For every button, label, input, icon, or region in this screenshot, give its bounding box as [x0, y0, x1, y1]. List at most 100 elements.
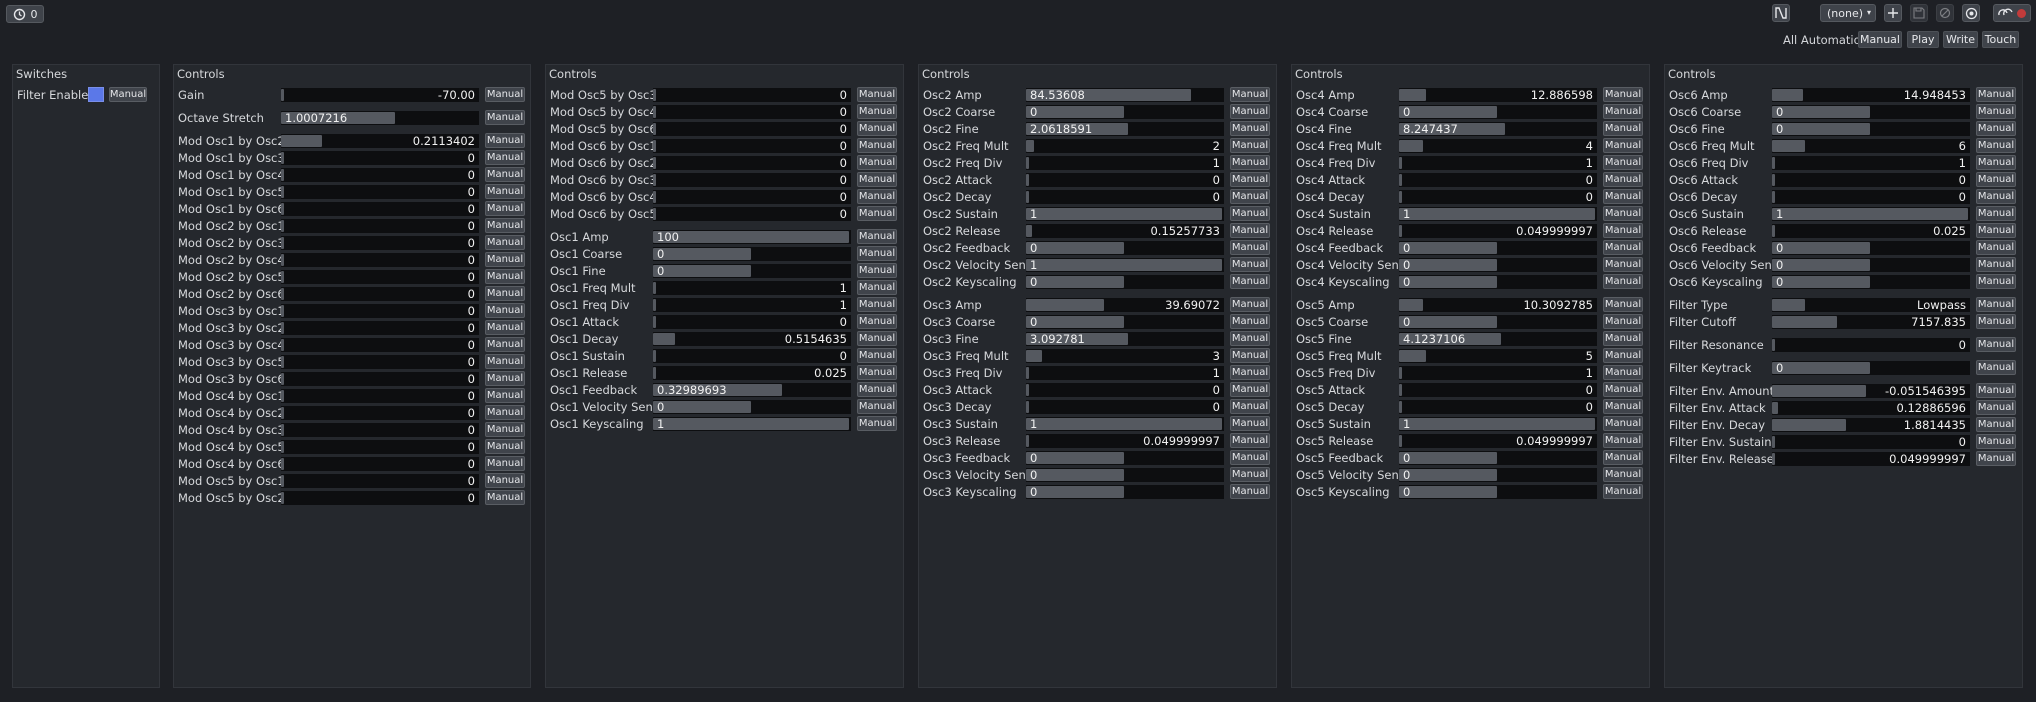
manual-button[interactable]: Manual [857, 229, 897, 244]
param-slider[interactable]: 1 [1026, 207, 1224, 221]
param-slider[interactable]: 0 [1399, 275, 1597, 289]
param-slider[interactable]: 0 [1399, 241, 1597, 255]
manual-button[interactable]: Manual [485, 150, 525, 165]
manual-button[interactable]: Manual [857, 382, 897, 397]
param-slider[interactable]: 0 [281, 389, 479, 403]
manual-button[interactable]: Manual [1230, 87, 1270, 102]
manual-button[interactable]: Manual [1976, 297, 2016, 312]
manual-button[interactable]: Manual [485, 354, 525, 369]
param-slider[interactable]: 0 [1026, 383, 1224, 397]
manual-button[interactable]: Manual [1603, 382, 1643, 397]
manual-button[interactable]: Manual [1603, 104, 1643, 119]
manual-button[interactable]: Manual [1603, 274, 1643, 289]
manual-button[interactable]: Manual [485, 269, 525, 284]
timer-button[interactable]: 0 [6, 5, 44, 23]
param-slider[interactable]: 0 [1399, 485, 1597, 499]
param-slider[interactable]: 1 [1026, 366, 1224, 380]
param-slider[interactable]: 14.948453 [1772, 88, 1970, 102]
manual-button[interactable]: Manual [1603, 416, 1643, 431]
manual-button[interactable]: Manual [1603, 223, 1643, 238]
manual-button[interactable]: Manual [1230, 240, 1270, 255]
param-slider[interactable]: 0 [1026, 400, 1224, 414]
param-slider[interactable]: 0 [281, 440, 479, 454]
param-slider[interactable]: 0 [1026, 241, 1224, 255]
param-slider[interactable]: 0.2113402 [281, 134, 479, 148]
manual-button[interactable]: Manual [485, 167, 525, 182]
manual-button[interactable]: Manual [485, 252, 525, 267]
manual-button[interactable]: Manual [857, 331, 897, 346]
param-slider[interactable]: 0 [1399, 190, 1597, 204]
manual-button[interactable]: Manual [1603, 121, 1643, 136]
manual-button[interactable]: Manual [485, 303, 525, 318]
param-slider[interactable]: 0 [281, 202, 479, 216]
save-preset-button[interactable] [1910, 4, 1928, 22]
manual-button[interactable]: Manual [485, 490, 525, 505]
manual-button[interactable]: Manual [1603, 365, 1643, 380]
param-slider[interactable]: 1 [1399, 417, 1597, 431]
manual-button[interactable]: Manual [485, 422, 525, 437]
param-slider[interactable]: 0 [1772, 105, 1970, 119]
param-slider[interactable]: 0 [281, 406, 479, 420]
param-slider[interactable]: 0.049999997 [1772, 452, 1970, 466]
param-slider[interactable]: 0 [281, 253, 479, 267]
manual-button[interactable]: Manual [1976, 172, 2016, 187]
param-slider[interactable]: 0 [1399, 468, 1597, 482]
param-slider[interactable]: 0 [281, 270, 479, 284]
manual-button[interactable]: Manual [1976, 417, 2016, 432]
param-slider[interactable]: 0 [1399, 173, 1597, 187]
manual-button[interactable]: Manual [857, 416, 897, 431]
manual-button[interactable]: Manual [485, 371, 525, 386]
param-slider[interactable]: 0 [1772, 338, 1970, 352]
param-slider[interactable]: 0 [1772, 435, 1970, 449]
param-slider[interactable]: 0 [281, 423, 479, 437]
param-slider[interactable]: 1 [1026, 156, 1224, 170]
manual-button[interactable]: Manual [485, 201, 525, 216]
manual-button[interactable]: Manual [485, 110, 525, 125]
param-slider[interactable]: 0 [1772, 361, 1970, 375]
manual-button[interactable]: Manual [1230, 172, 1270, 187]
manual-button[interactable]: Manual [1230, 223, 1270, 238]
manual-button[interactable]: Manual [857, 314, 897, 329]
manual-button[interactable]: Manual [1976, 206, 2016, 221]
manual-button[interactable]: Manual [857, 172, 897, 187]
param-slider[interactable]: 3 [1026, 349, 1224, 363]
param-slider[interactable]: 4 [1399, 139, 1597, 153]
param-slider[interactable]: 0 [1399, 258, 1597, 272]
automation-manual-button[interactable]: Manual [1858, 31, 1902, 48]
param-slider[interactable]: 0 [653, 173, 851, 187]
manual-button[interactable]: Manual [1976, 400, 2016, 415]
param-slider[interactable]: 0 [1399, 315, 1597, 329]
param-slider[interactable]: 0 [281, 321, 479, 335]
param-slider[interactable]: Lowpass [1772, 298, 1970, 312]
manual-button[interactable]: Manual [1976, 383, 2016, 398]
manual-button[interactable]: Manual [1976, 257, 2016, 272]
param-slider[interactable]: 84.53608 [1026, 88, 1224, 102]
manual-button[interactable]: Manual [857, 121, 897, 136]
param-slider[interactable]: 0.025 [653, 366, 851, 380]
manual-button[interactable]: Manual [1976, 87, 2016, 102]
param-slider[interactable]: 0 [281, 338, 479, 352]
param-slider[interactable]: 1 [1399, 366, 1597, 380]
param-slider[interactable]: 1.0007216 [281, 111, 479, 125]
param-slider[interactable]: 0.049999997 [1399, 224, 1597, 238]
manual-button[interactable]: Manual [485, 405, 525, 420]
link-button[interactable] [1993, 4, 2031, 22]
manual-button[interactable]: Manual [485, 439, 525, 454]
manual-button[interactable]: Manual [1230, 104, 1270, 119]
manual-button[interactable]: Manual [1603, 314, 1643, 329]
manual-button[interactable]: Manual [1976, 314, 2016, 329]
manual-button[interactable]: Manual [1230, 484, 1270, 499]
manual-button[interactable]: Manual [1230, 416, 1270, 431]
param-slider[interactable]: 0 [1399, 451, 1597, 465]
param-slider[interactable]: 0 [281, 457, 479, 471]
manual-button[interactable]: Manual [485, 320, 525, 335]
manual-button[interactable]: Manual [1976, 337, 2016, 352]
manual-button[interactable]: Manual [485, 87, 525, 102]
param-slider[interactable]: 0 [281, 304, 479, 318]
param-slider[interactable]: 0.32989693 [653, 383, 851, 397]
param-slider[interactable]: 4.1237106 [1399, 332, 1597, 346]
manual-button[interactable]: Manual [1230, 314, 1270, 329]
manual-button[interactable]: Manual [857, 104, 897, 119]
manual-button[interactable]: Manual [857, 399, 897, 414]
routing-button[interactable] [1772, 4, 1790, 22]
